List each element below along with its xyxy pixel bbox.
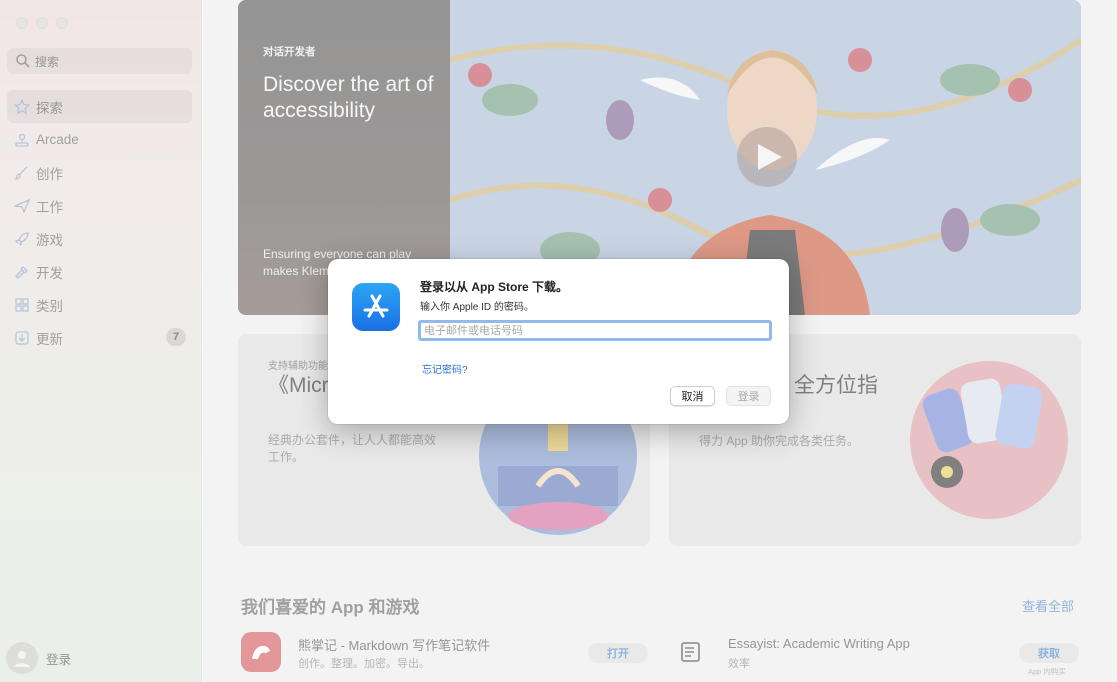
email-field[interactable] <box>418 320 772 341</box>
sign-in-dialog: 登录以从 App Store 下载。 输入你 Apple ID 的密码。 忘记密… <box>328 259 789 424</box>
forgot-password-link[interactable]: 忘记密码? <box>422 361 468 376</box>
dialog-subtitle: 输入你 Apple ID 的密码。 <box>420 302 534 313</box>
cancel-button[interactable]: 取消 <box>670 386 715 406</box>
dialog-title: 登录以从 App Store 下载。 <box>420 280 569 294</box>
sign-in-button[interactable]: 登录 <box>726 386 771 406</box>
app-store-icon <box>352 283 400 331</box>
